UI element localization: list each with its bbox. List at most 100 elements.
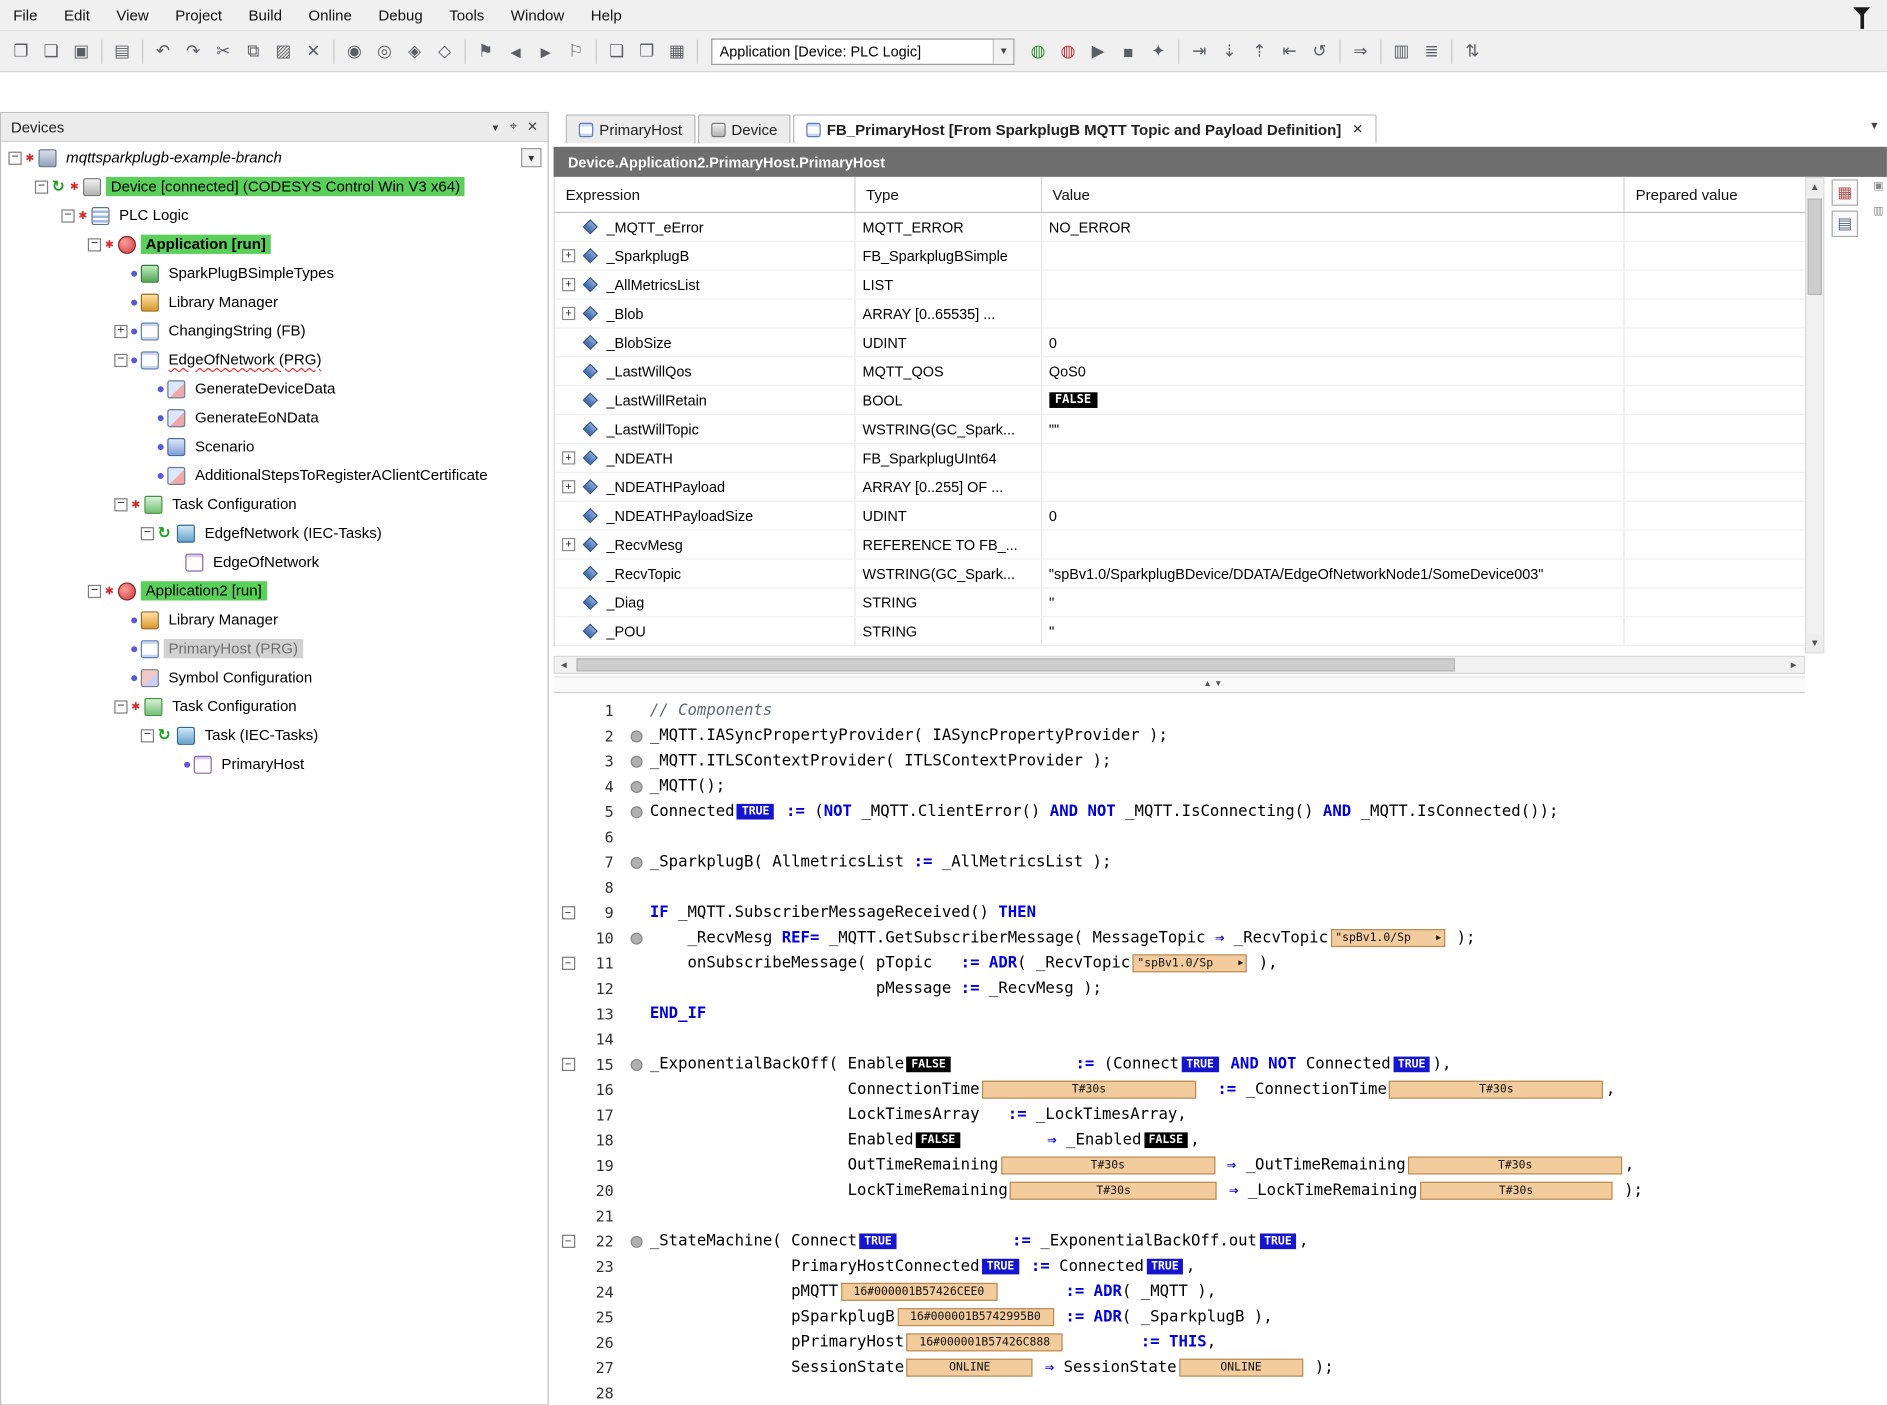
expression-cell[interactable]: +_NDEATH: [555, 444, 856, 472]
prepared-value-cell[interactable]: [1625, 271, 1805, 299]
splitter-arrows-icon[interactable]: ▲▼: [1203, 680, 1224, 688]
menu-debug[interactable]: Debug: [365, 0, 436, 30]
pane-splitter[interactable]: ▲▼: [554, 676, 1806, 693]
declaration-view-icon[interactable]: ▦: [1832, 179, 1858, 205]
monitored-value-box[interactable]: T#30s: [1420, 1182, 1613, 1200]
expression-cell[interactable]: +_Blob: [555, 300, 856, 328]
prepared-value-cell[interactable]: [1625, 415, 1805, 443]
table-row[interactable]: +_BlobARRAY [0..65535] ...: [555, 300, 1805, 329]
breakpoint-dot-icon[interactable]: [631, 780, 643, 792]
sidebar-item-edgefnetwork-iec-tasks[interactable]: −↻EdgefNetwork (IEC-Tasks): [1, 519, 547, 548]
column-header-value[interactable]: Value: [1042, 177, 1625, 212]
collapse-icon[interactable]: −: [88, 238, 101, 251]
expand-icon[interactable]: +: [562, 480, 575, 493]
step-into-icon[interactable]: ⇣: [1215, 37, 1243, 65]
monitored-value-box[interactable]: 16#000001B5742995B0: [897, 1308, 1053, 1326]
sidebar-item-generatedevicedata[interactable]: GenerateDeviceData: [1, 374, 547, 403]
expand-icon[interactable]: +: [562, 538, 575, 551]
save-icon[interactable]: ▣: [67, 37, 95, 65]
sidebar-item-library-manager[interactable]: Library Manager: [1, 288, 547, 317]
run-icon[interactable]: ▶: [1084, 37, 1112, 65]
menu-edit[interactable]: Edit: [51, 0, 103, 30]
reset-icon[interactable]: ↺: [1306, 37, 1334, 65]
fold-toggle-icon[interactable]: −: [561, 1058, 574, 1071]
table-row[interactable]: _LastWillQosMQTT_QOSQoS0: [555, 357, 1805, 386]
monitored-value-box[interactable]: T#30s: [1010, 1182, 1217, 1200]
collapse-icon[interactable]: −: [114, 353, 127, 366]
flow-control-icon[interactable]: ≣: [1418, 37, 1446, 65]
tab-overflow-icon[interactable]: ▼: [1869, 119, 1880, 131]
sidebar-item-symbol-configuration[interactable]: Symbol Configuration: [1, 663, 547, 692]
menu-online[interactable]: Online: [295, 0, 365, 30]
step-out-icon[interactable]: ⇡: [1246, 37, 1274, 65]
monitored-value-box[interactable]: 16#000001B57426CEE0: [841, 1283, 997, 1301]
monitored-value-box[interactable]: T#30s: [982, 1081, 1196, 1099]
redo-icon[interactable]: ↷: [179, 37, 207, 65]
sidebar-item-application-run[interactable]: −✱Application [run]: [1, 230, 547, 259]
menu-build[interactable]: Build: [235, 0, 295, 30]
expand-icon[interactable]: +: [114, 324, 127, 337]
collapse-icon[interactable]: −: [88, 584, 101, 597]
expression-cell[interactable]: _LastWillTopic: [555, 415, 856, 443]
value-cell[interactable]: '': [1042, 588, 1625, 616]
prepared-value-cell[interactable]: [1625, 588, 1805, 616]
open-project-icon[interactable]: ❏: [37, 37, 65, 65]
expand-icon[interactable]: +: [562, 307, 575, 320]
collapse-icon[interactable]: −: [8, 151, 21, 164]
find-next-icon[interactable]: ◎: [371, 37, 399, 65]
find-icon[interactable]: ◉: [341, 37, 369, 65]
single-cycle-icon[interactable]: ⇒: [1347, 37, 1375, 65]
prepared-value-cell[interactable]: [1625, 329, 1805, 357]
scrollbar-thumb[interactable]: [576, 658, 1454, 671]
logout-icon[interactable]: ◍: [1054, 37, 1082, 65]
new-file-icon[interactable]: ❐: [7, 37, 35, 65]
stop-icon[interactable]: ■: [1114, 37, 1142, 65]
prepared-value-cell[interactable]: [1625, 444, 1805, 472]
sidebar-item-task-configuration[interactable]: −✱Task Configuration: [1, 692, 547, 721]
sidebar-item-task-configuration[interactable]: −✱Task Configuration: [1, 490, 547, 519]
scroll-up-icon[interactable]: ▲: [1806, 178, 1823, 196]
sort-icon[interactable]: ⇅: [1459, 37, 1487, 65]
scroll-left-icon[interactable]: ◄: [555, 657, 573, 673]
breakpoint-dot-icon[interactable]: [631, 755, 643, 767]
edge-icon-2[interactable]: ▥: [1873, 205, 1883, 218]
expression-cell[interactable]: +_AllMetricsList: [555, 271, 856, 299]
prepared-value-cell[interactable]: [1625, 300, 1805, 328]
breakpoint-dot-icon[interactable]: [631, 806, 643, 818]
value-cell[interactable]: [1042, 531, 1625, 559]
menu-window[interactable]: Window: [498, 0, 578, 30]
table-row[interactable]: +_NDEATHFB_SparkplugUInt64: [555, 444, 1805, 473]
breakpoint-dot-icon[interactable]: [631, 1235, 643, 1247]
sidebar-item-application2-run[interactable]: −✱Application2 [run]: [1, 576, 547, 605]
expand-arrow-icon[interactable]: ▶: [1238, 955, 1243, 971]
expression-cell[interactable]: _NDEATHPayloadSize: [555, 502, 856, 530]
breakpoint-dot-icon[interactable]: [631, 856, 643, 868]
export-icon[interactable]: ❏: [603, 37, 631, 65]
value-cell[interactable]: '': [1042, 617, 1625, 645]
monitored-value-box[interactable]: "spBv1.0/Sp▶: [1133, 954, 1247, 972]
table-row[interactable]: _POUSTRING'': [555, 617, 1805, 646]
table-row[interactable]: +_RecvMesgREFERENCE TO FB_...: [555, 531, 1805, 560]
table-row[interactable]: _MQTT_eErrorMQTT_ERRORNO_ERROR: [555, 213, 1805, 242]
value-cell[interactable]: FALSE: [1042, 386, 1625, 414]
find-in-project-icon[interactable]: ◇: [431, 37, 459, 65]
table-row[interactable]: _RecvTopicWSTRING(GC_Spark..."spBv1.0/Sp…: [555, 560, 1805, 589]
edge-icon-1[interactable]: ▣: [1873, 179, 1883, 192]
collapse-icon[interactable]: −: [35, 180, 48, 193]
sidebar-item-library-manager[interactable]: Library Manager: [1, 605, 547, 634]
menu-file[interactable]: File: [0, 0, 51, 30]
prepared-value-cell[interactable]: [1625, 386, 1805, 414]
delete-icon[interactable]: ✕: [300, 37, 328, 65]
sidebar-item-scenario[interactable]: Scenario: [1, 432, 547, 461]
step-over-icon[interactable]: ⇥: [1185, 37, 1213, 65]
undo-icon[interactable]: ↶: [149, 37, 177, 65]
scroll-down-icon[interactable]: ▼: [1806, 634, 1823, 652]
expand-arrow-icon[interactable]: ▶: [1436, 930, 1441, 946]
scroll-right-icon[interactable]: ►: [1785, 657, 1803, 673]
value-cell[interactable]: "": [1042, 415, 1625, 443]
collapse-icon[interactable]: −: [141, 729, 154, 742]
menu-tools[interactable]: Tools: [436, 0, 498, 30]
column-header-prepared-value[interactable]: Prepared value: [1625, 177, 1805, 212]
table-row[interactable]: +_SparkplugBFB_SparkplugBSimple: [555, 242, 1805, 271]
value-cell[interactable]: [1042, 444, 1625, 472]
